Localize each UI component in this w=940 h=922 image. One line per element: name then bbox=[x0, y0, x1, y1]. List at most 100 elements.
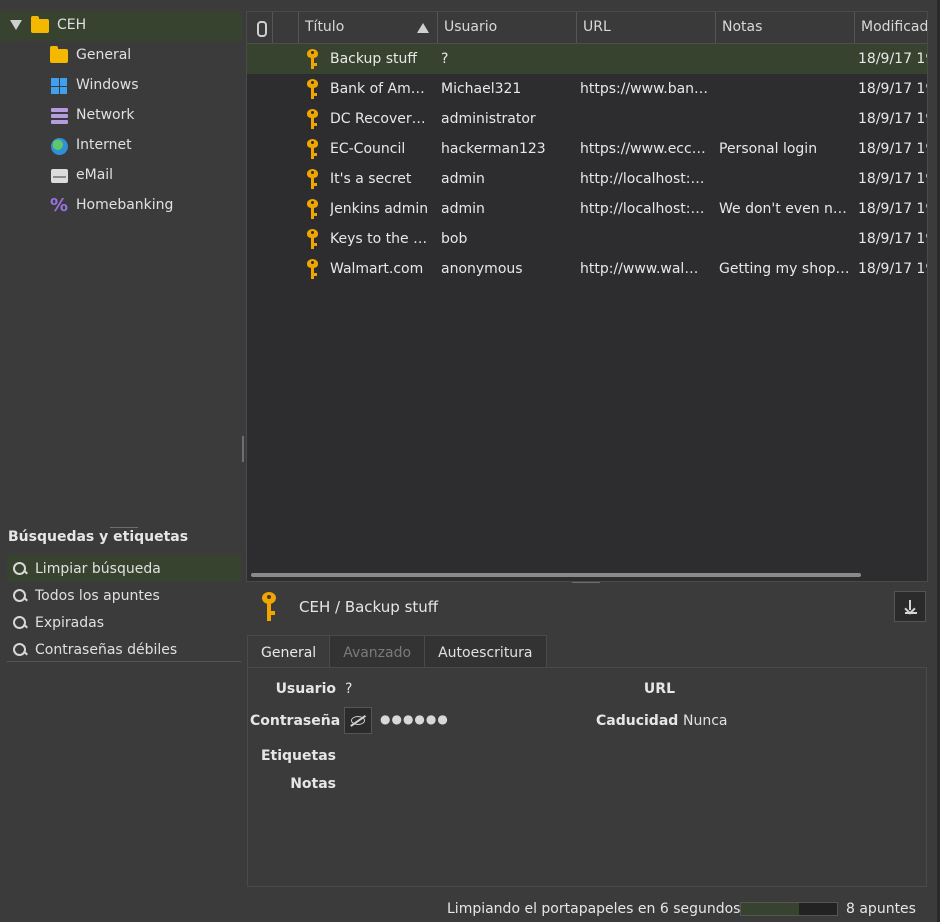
key-icon bbox=[307, 199, 318, 219]
searches-title: Búsquedas y etiquetas bbox=[8, 529, 189, 545]
search-item-label: Contraseñas débiles bbox=[35, 641, 178, 658]
detail-tabs: General Avanzado Autoescritura bbox=[247, 635, 547, 668]
group-email[interactable]: eMail bbox=[0, 161, 242, 191]
sidebar-splitter-handle[interactable] bbox=[242, 436, 244, 462]
folder-icon bbox=[50, 46, 68, 65]
cell-notes bbox=[719, 74, 850, 104]
sort-ascending-icon bbox=[417, 23, 429, 33]
cell-user: bob bbox=[441, 231, 468, 247]
expand-arrow-icon[interactable] bbox=[10, 20, 22, 30]
url-label: URL bbox=[643, 681, 675, 697]
tab-autotype[interactable]: Autoescritura bbox=[424, 635, 547, 668]
cell-modified: 18/9/17 19: bbox=[858, 171, 927, 187]
cell-notes bbox=[719, 224, 850, 254]
group-label: CEH bbox=[57, 17, 87, 33]
cell-title: DC Recovery PW bbox=[330, 111, 433, 127]
status-message: Limpiando el portapapeles en 6 segundos.… bbox=[447, 901, 754, 917]
table-row[interactable]: Bank of America Michael321 https://www.b… bbox=[247, 74, 927, 104]
cell-url: https://www.bankofamerica.com bbox=[580, 81, 710, 97]
user-column-header[interactable]: Usuario bbox=[438, 12, 577, 43]
search-icon bbox=[13, 642, 29, 658]
cell-modified: 18/9/17 19: bbox=[858, 111, 927, 127]
table-row[interactable]: Backup stuff ? 18/9/17 19: bbox=[247, 44, 927, 74]
cell-notes bbox=[719, 44, 850, 74]
search-item-expired[interactable]: Expiradas bbox=[7, 609, 241, 636]
horizontal-scrollbar[interactable] bbox=[251, 573, 861, 577]
download-button[interactable] bbox=[894, 591, 926, 622]
cell-modified: 18/9/17 19: bbox=[858, 231, 927, 247]
expiry-column-header[interactable] bbox=[273, 12, 299, 43]
entry-table[interactable]: Título Usuario URL Notas Modificado Back… bbox=[246, 11, 928, 582]
cell-modified: 18/9/17 19: bbox=[858, 81, 927, 97]
username-value[interactable]: ? bbox=[345, 681, 352, 697]
cell-url bbox=[580, 104, 710, 134]
cell-notes: Getting my shopping bbox=[719, 261, 850, 277]
table-row[interactable]: Jenkins admin admin http://localhost:808… bbox=[247, 194, 927, 224]
group-label: eMail bbox=[76, 167, 114, 183]
table-row[interactable]: Walmart.com anonymous http://www.walmart… bbox=[247, 254, 927, 284]
table-row[interactable]: It's a secret admin http://localhost:808… bbox=[247, 164, 927, 194]
search-item-clear[interactable]: Limpiar búsqueda bbox=[7, 555, 241, 582]
cell-title: It's a secret bbox=[330, 171, 412, 187]
group-label: Homebanking bbox=[76, 197, 174, 213]
search-icon bbox=[13, 615, 29, 631]
group-homebanking[interactable]: % Homebanking bbox=[0, 191, 242, 221]
column-label: Notas bbox=[722, 19, 763, 35]
password-value[interactable]: ●●●●●● bbox=[380, 712, 449, 726]
search-item-label: Todos los apuntes bbox=[35, 587, 160, 604]
searches-list[interactable]: Limpiar búsqueda Todos los apuntes Expir… bbox=[7, 555, 241, 663]
cell-user: ? bbox=[441, 51, 449, 67]
cell-user: hackerman123 bbox=[441, 141, 546, 157]
password-label: Contraseña bbox=[250, 713, 341, 729]
cell-user: admin bbox=[441, 201, 485, 217]
column-label: Modificado bbox=[861, 19, 928, 35]
cell-url: http://localhost:8080 bbox=[580, 201, 710, 217]
tab-general[interactable]: General bbox=[247, 635, 331, 668]
group-windows[interactable]: Windows bbox=[0, 71, 242, 101]
group-general[interactable]: General bbox=[0, 41, 242, 71]
folder-icon bbox=[31, 16, 49, 35]
column-label: Usuario bbox=[444, 19, 498, 35]
clipboard-clear-progress bbox=[740, 902, 838, 916]
group-label: Windows bbox=[76, 77, 139, 93]
network-icon bbox=[50, 107, 68, 125]
cell-modified: 18/9/17 19: bbox=[858, 141, 927, 157]
cell-modified: 18/9/17 19: bbox=[858, 201, 927, 217]
toggle-password-visibility-button[interactable] bbox=[344, 707, 372, 734]
expiry-label: Caducidad bbox=[596, 713, 679, 729]
tab-advanced[interactable]: Avanzado bbox=[329, 635, 426, 668]
search-item-label: Expiradas bbox=[35, 614, 105, 631]
cell-user: Michael321 bbox=[441, 81, 522, 97]
group-tree[interactable]: CEH General Windows Network Internet eMa… bbox=[0, 11, 242, 221]
group-label: Internet bbox=[76, 137, 132, 153]
percent-icon: % bbox=[49, 194, 69, 216]
cell-title: Keys to the kingdom bbox=[330, 231, 433, 247]
entry-count: 8 apuntes bbox=[846, 901, 916, 917]
cell-notes bbox=[719, 104, 850, 134]
title-column-header[interactable]: Título bbox=[299, 12, 438, 43]
key-icon bbox=[307, 109, 318, 129]
cell-title: Walmart.com bbox=[330, 261, 424, 277]
detail-splitter-handle[interactable] bbox=[572, 582, 600, 583]
key-icon bbox=[307, 169, 318, 189]
table-row[interactable]: Keys to the kingdom bob 18/9/17 19: bbox=[247, 224, 927, 254]
modified-column-header[interactable]: Modificado bbox=[855, 12, 928, 43]
cell-notes: Personal login bbox=[719, 141, 818, 157]
cell-url: http://www.walmart.com bbox=[580, 261, 710, 277]
tree-splitter-handle[interactable] bbox=[110, 527, 138, 528]
group-ceh[interactable]: CEH bbox=[0, 11, 242, 41]
cell-title: Backup stuff bbox=[330, 51, 418, 67]
cell-user: anonymous bbox=[441, 261, 523, 277]
group-network[interactable]: Network bbox=[0, 101, 242, 131]
search-item-weak-passwords[interactable]: Contraseñas débiles bbox=[7, 636, 241, 663]
url-column-header[interactable]: URL bbox=[577, 12, 716, 43]
search-item-all-entries[interactable]: Todos los apuntes bbox=[7, 582, 241, 609]
attachment-column-header[interactable] bbox=[247, 12, 273, 43]
notes-label: Notas bbox=[290, 776, 336, 792]
table-row[interactable]: DC Recovery PW administrator 18/9/17 19: bbox=[247, 104, 927, 134]
key-icon bbox=[307, 139, 318, 159]
eye-slash-icon bbox=[351, 716, 365, 725]
notes-column-header[interactable]: Notas bbox=[716, 12, 855, 43]
table-row[interactable]: EC-Council hackerman123 https://www.ecco… bbox=[247, 134, 927, 164]
group-internet[interactable]: Internet bbox=[0, 131, 242, 161]
